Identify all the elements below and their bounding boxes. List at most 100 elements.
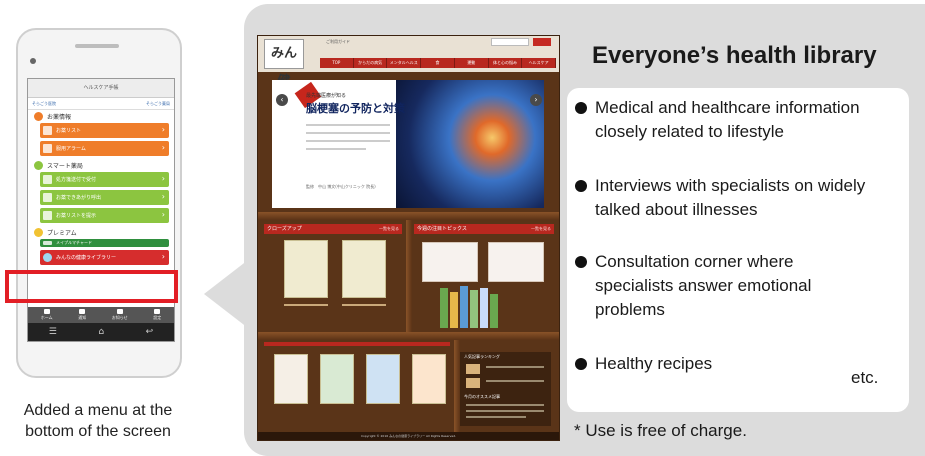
shelf-board (258, 332, 559, 340)
recipe-card[interactable] (412, 354, 446, 404)
header-links: そらごう医院 そらごう薬局 (28, 98, 174, 110)
topic-card[interactable] (422, 242, 478, 282)
back-key-icon[interactable]: ↩ (146, 327, 154, 337)
feature-banner[interactable]: 最先端医療が知る 脳梗塞の予防と対策 監修 中山 博文(中山クリニック 院長) (272, 80, 544, 208)
menu-premium-item[interactable]: メイプルマチャード (40, 239, 169, 247)
app-title: ヘルスケア手帳 (28, 79, 174, 98)
tab-notify[interactable]: 通知 (78, 309, 86, 321)
bullet-icon (575, 102, 587, 114)
premium-icon (34, 228, 43, 237)
caption-line-1: Added a menu at the (23, 402, 173, 419)
section-premium: プレミアム (28, 226, 174, 239)
site-logo[interactable]: みん健 (264, 39, 304, 89)
ranking-sidebar: 人気記事ランキング 今月のオススメ記事 (460, 352, 551, 426)
book-spine (450, 292, 458, 328)
phone-camera (30, 58, 36, 64)
free-of-charge-note: * Use is free of charge. (574, 421, 747, 440)
interview-card[interactable] (320, 354, 354, 404)
highlight-box (5, 270, 178, 303)
pick-title: 今月のオススメ記事 (464, 394, 500, 399)
topic-card[interactable] (488, 242, 544, 282)
nav-item[interactable]: からだの病気 (353, 58, 388, 68)
site-footer: Copyright © 2016 みんなの健康ライブラリー All Rights… (258, 432, 559, 440)
article-card[interactable] (284, 240, 328, 298)
site-guide-link[interactable]: ご利用ガイド (326, 39, 350, 45)
book-spine (490, 294, 498, 328)
interview-card[interactable] (274, 354, 308, 404)
menu-dose-alarm[interactable]: 服用アラーム › (40, 141, 169, 156)
nav-item[interactable]: 体と心の悩み (488, 58, 523, 68)
chevron-right-icon: › (161, 174, 165, 183)
interview-card[interactable] (366, 354, 400, 404)
site-header: みん健 ご利用ガイド TOP からだの病気 メンタルヘルス 食 運動 体と心の悩… (258, 36, 559, 89)
bullet-icon (575, 180, 587, 192)
ranking-thumb[interactable] (466, 364, 480, 374)
feature-text: Medical and healthcare information close… (595, 98, 860, 141)
tab-news[interactable]: お知らせ (112, 309, 128, 321)
nav-item[interactable]: 食 (421, 58, 455, 68)
pharmacy-icon (34, 161, 43, 170)
carousel-next-icon[interactable]: › (530, 94, 542, 106)
feature-text: Interviews with specialists on widely ta… (595, 176, 866, 219)
closeup-header: クローズアップ 一覧を見る (264, 224, 402, 234)
list-icon (43, 126, 52, 135)
chevron-right-icon: › (161, 192, 165, 201)
nav-item[interactable]: TOP (320, 58, 354, 68)
pick-line (466, 404, 544, 406)
site-search-button[interactable] (533, 38, 551, 46)
section-title: 今週の注目トピックス (417, 226, 467, 232)
carousel-prev-icon[interactable]: ‹ (276, 94, 288, 106)
chevron-right-icon: › (161, 252, 165, 261)
site-nav: TOP からだの病気 メンタルヘルス 食 運動 体と心の悩み ヘルスケア (320, 58, 557, 68)
more-link[interactable]: 一覧を見る (379, 224, 399, 234)
callout-pointer (204, 260, 248, 328)
card-caption-line (342, 304, 386, 306)
site-search-input[interactable] (491, 38, 529, 46)
menu-label: みんなの健康ライブラリー (56, 255, 117, 261)
menu-medicine-list[interactable]: お薬リスト › (40, 123, 169, 138)
menu-label: お薬できあがり呼出 (56, 195, 102, 201)
prescription-icon (43, 175, 52, 184)
menu-show-medicine-list[interactable]: お薬リストを提示 › (40, 208, 169, 223)
shelf-divider (406, 220, 412, 340)
ranking-thumb[interactable] (466, 378, 480, 388)
more-link[interactable]: 一覧を見る (531, 224, 551, 234)
menu-ready-call[interactable]: お薬できあがり呼出 › (40, 190, 169, 205)
card-caption-line (284, 304, 328, 306)
menu-health-library[interactable]: みんなの健康ライブラリー › (40, 250, 169, 265)
tab-home[interactable]: ホーム (41, 309, 53, 321)
feature-list-box: Medical and healthcare information close… (567, 88, 909, 412)
section-smart-pharmacy: スマート薬局 (28, 159, 174, 172)
ranking-line (486, 366, 544, 368)
chevron-right-icon: › (161, 125, 165, 134)
lower-shelf-header (264, 342, 450, 346)
chevron-right-icon: › (161, 210, 165, 219)
section-label: プレミアム (47, 230, 77, 237)
clinic-link[interactable]: そらごう医院 (32, 98, 56, 109)
brain-image (396, 80, 544, 208)
list-icon (43, 211, 52, 220)
pick-line (466, 416, 526, 418)
website-screenshot: みん健 ご利用ガイド TOP からだの病気 メンタルヘルス 食 運動 体と心の悩… (257, 35, 560, 441)
feature-text: Consultation corner where specialists an… (595, 252, 812, 319)
book-spine (470, 290, 478, 328)
bullet-icon (575, 358, 587, 370)
menu-key-icon[interactable]: ☰ (49, 327, 57, 337)
phone-speaker (75, 44, 119, 48)
alarm-icon (43, 144, 52, 153)
banner-credit: 監修 中山 博文(中山クリニック 院長) (306, 184, 376, 189)
smartphone: ヘルスケア手帳 そらごう医院 そらごう薬局 お薬情報 お薬リスト › 服用アラーム… (16, 28, 182, 378)
home-key-icon[interactable]: ⌂ (98, 327, 104, 337)
tab-settings[interactable]: 設定 (153, 309, 161, 321)
nav-item[interactable]: メンタルヘルス (387, 58, 422, 68)
pharmacy-link[interactable]: そらごう薬局 (146, 98, 170, 109)
article-card[interactable] (342, 240, 386, 298)
book-spine (440, 288, 448, 328)
android-softkeys: ☰ ⌂ ↩ (28, 323, 174, 341)
nav-item[interactable]: ヘルスケア (522, 58, 557, 68)
nav-item[interactable]: 運動 (454, 58, 489, 68)
banner-subtitle: 最先端医療が知る (306, 93, 347, 99)
menu-send-prescription[interactable]: 処方箋送付で受付 › (40, 172, 169, 187)
menu-label: 服用アラーム (56, 146, 86, 152)
caption-line-2: bottom of the screen (25, 423, 171, 440)
